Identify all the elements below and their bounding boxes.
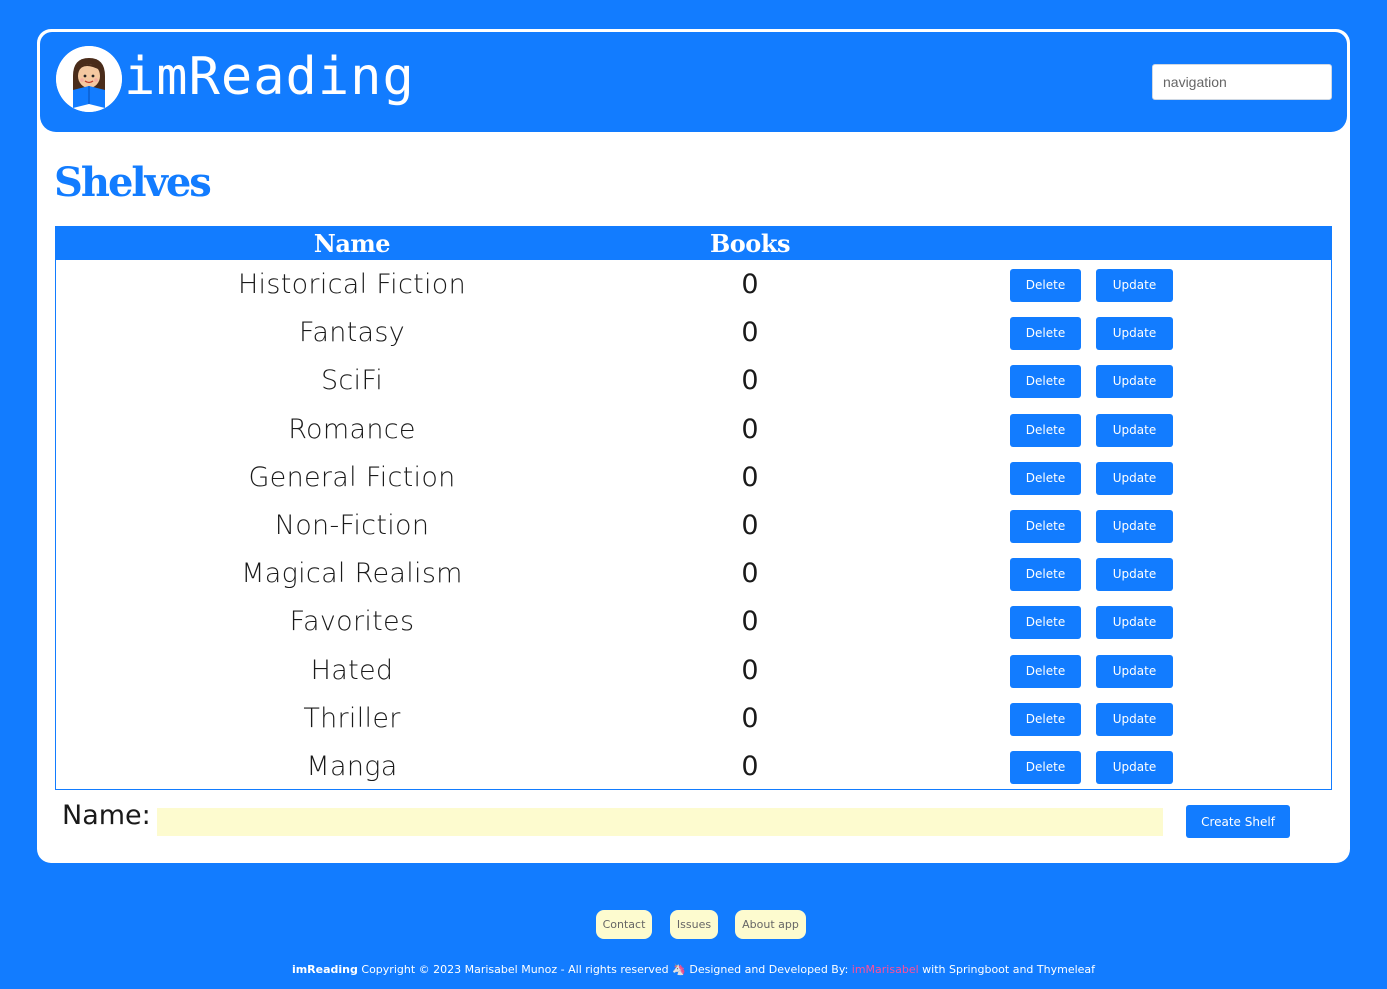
delete-button[interactable]: Delete — [1010, 461, 1081, 495]
table-row: Historical Fiction 0 Delete Update — [56, 267, 1331, 315]
shelf-book-count: 0 — [741, 702, 759, 734]
column-header-books: Books — [710, 229, 790, 258]
shelf-name: Magical Realism — [241, 558, 463, 590]
shelf-name-label: Name: — [62, 800, 151, 831]
update-button[interactable]: Update — [1096, 702, 1173, 736]
delete-button[interactable]: Delete — [1010, 317, 1081, 351]
shelf-name: Romance — [288, 413, 416, 445]
update-button[interactable]: Update — [1096, 654, 1173, 688]
shelf-book-count: 0 — [741, 413, 759, 445]
shelf-name: Manga — [306, 751, 398, 782]
delete-button[interactable]: Delete — [1010, 413, 1081, 447]
shelf-name: Thriller — [303, 702, 401, 734]
shelf-book-count: 0 — [741, 558, 759, 590]
delete-button[interactable]: Delete — [1010, 558, 1081, 592]
table-row: Fantasy 0 Delete Update — [56, 315, 1331, 363]
table-row: Romance 0 Delete Update — [56, 412, 1331, 460]
column-header-name: Name — [313, 229, 391, 258]
update-button[interactable]: Update — [1096, 606, 1173, 640]
update-button[interactable]: Update — [1096, 510, 1173, 543]
delete-button[interactable]: Delete — [1010, 654, 1081, 688]
shelf-name: Favorites — [289, 606, 415, 638]
shelf-book-count: 0 — [741, 606, 759, 638]
footer-brand: imReading — [291, 963, 358, 976]
table-row: Thriller 0 Delete Update — [56, 701, 1331, 749]
table-row: SciFi 0 Delete Update — [56, 363, 1331, 411]
shelf-name: Fantasy — [299, 317, 405, 349]
update-button[interactable]: Update — [1096, 751, 1173, 784]
table-row: Favorites 0 Delete Update — [56, 604, 1331, 652]
delete-button[interactable]: Delete — [1010, 751, 1081, 784]
shelf-name: General Fiction — [248, 461, 456, 493]
brand-title[interactable]: imReading — [124, 46, 415, 108]
update-button[interactable]: Update — [1096, 317, 1173, 351]
table-row: General Fiction 0 Delete Update — [56, 460, 1331, 508]
copyright-text: Copyright © 2023 Marisabel Munoz - All r… — [361, 963, 669, 976]
author-link[interactable]: imMarisabel — [852, 963, 919, 976]
shelf-book-count: 0 — [741, 365, 759, 397]
shelf-book-count: 0 — [741, 751, 759, 782]
with-text: with Springboot and Thymeleaf — [922, 963, 1096, 976]
shelf-book-count: 0 — [741, 654, 759, 686]
unicorn-icon: 🦄 — [672, 963, 686, 976]
table-row: Non-Fiction 0 Delete Update — [56, 508, 1331, 556]
delete-button[interactable]: Delete — [1010, 606, 1081, 640]
delete-button[interactable]: Delete — [1010, 702, 1081, 736]
create-shelf-button[interactable]: Create Shelf — [1186, 805, 1290, 838]
shelf-name-input[interactable] — [157, 808, 1163, 836]
about-app-link[interactable]: About app — [735, 910, 806, 939]
shelf-book-count: 0 — [741, 269, 759, 300]
navigation-input[interactable] — [1152, 64, 1332, 100]
header: imReading — [40, 32, 1347, 132]
table-row: Manga 0 Delete Update — [56, 749, 1331, 797]
update-button[interactable]: Update — [1096, 413, 1173, 447]
table-header: Name Books — [56, 227, 1331, 260]
update-button[interactable]: Update — [1096, 558, 1173, 592]
table-row: Magical Realism 0 Delete Update — [56, 556, 1331, 604]
reading-girl-icon — [56, 46, 122, 112]
shelf-book-count: 0 — [741, 317, 759, 349]
contact-link[interactable]: Contact — [596, 910, 652, 939]
logo[interactable] — [56, 46, 122, 112]
delete-button[interactable]: Delete — [1010, 510, 1081, 543]
page-title: Shelves — [54, 159, 212, 206]
delete-button[interactable]: Delete — [1010, 365, 1081, 399]
shelf-name: Non-Fiction — [274, 510, 430, 541]
designed-by-text: Designed and Developed By: — [689, 963, 849, 976]
shelf-name: Historical Fiction — [237, 269, 467, 300]
shelves-table: Name Books Historical Fiction 0 Delete Upda… — [55, 226, 1332, 790]
shelf-name: SciFi — [320, 365, 384, 397]
delete-button[interactable]: Delete — [1010, 269, 1081, 302]
shelf-book-count: 0 — [741, 461, 759, 493]
footer-links: Contact Issues About app — [0, 910, 1387, 940]
table-row: Hated 0 Delete Update — [56, 653, 1331, 701]
shelf-name: Hated — [310, 654, 394, 686]
update-button[interactable]: Update — [1096, 461, 1173, 495]
copyright: imReading Copyright © 2023 Marisabel Mun… — [0, 963, 1387, 976]
shelf-book-count: 0 — [741, 510, 759, 541]
update-button[interactable]: Update — [1096, 269, 1173, 302]
issues-link[interactable]: Issues — [670, 910, 718, 939]
update-button[interactable]: Update — [1096, 365, 1173, 399]
